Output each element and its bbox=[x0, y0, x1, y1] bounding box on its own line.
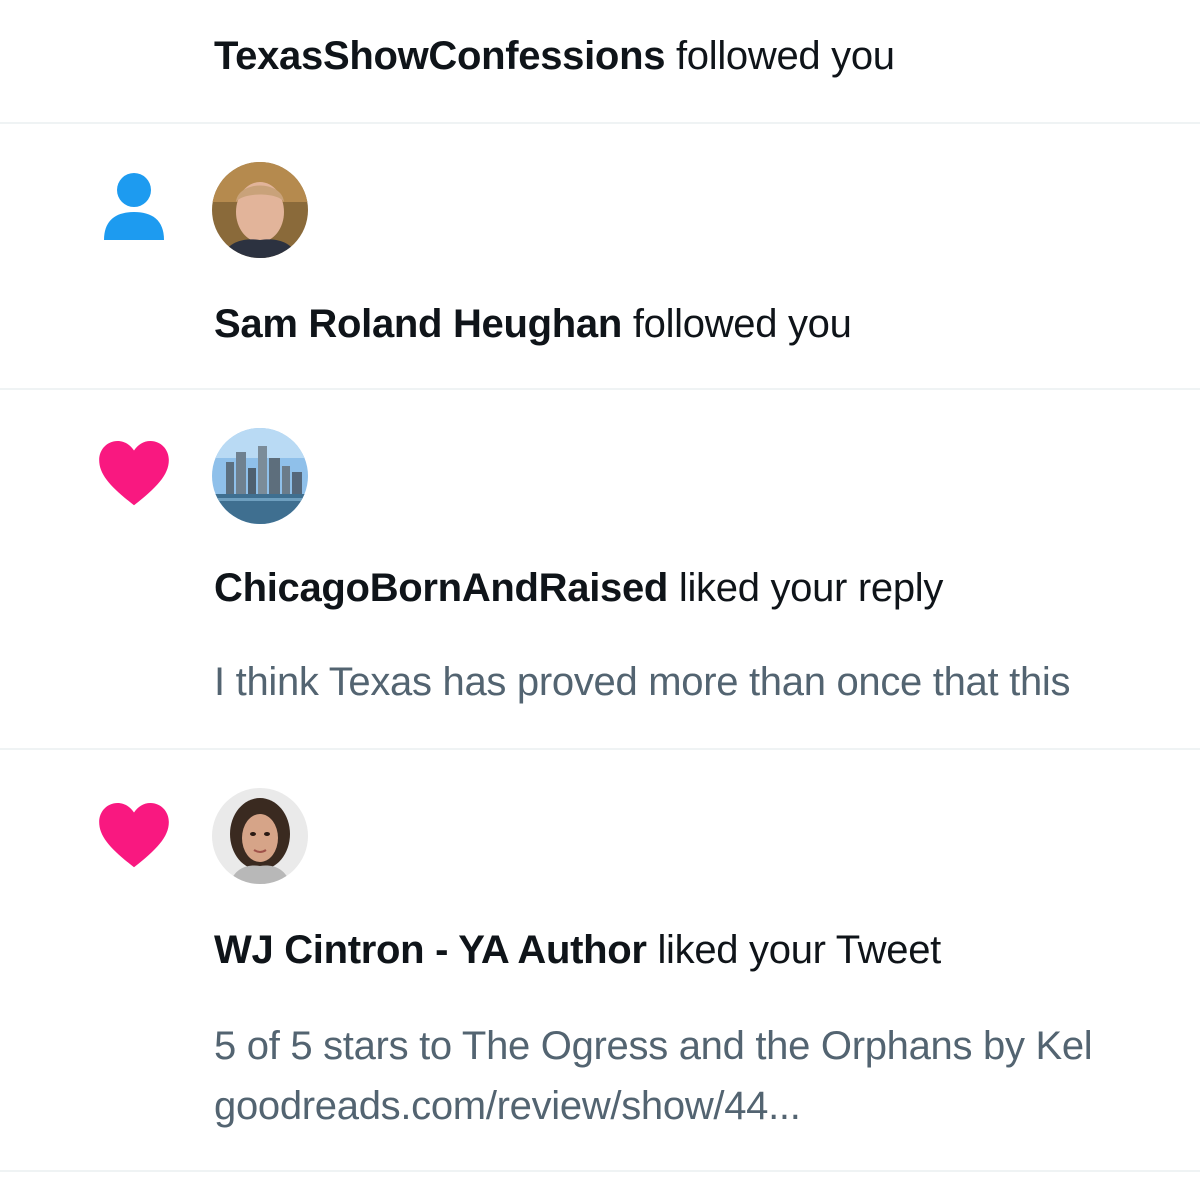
user-name[interactable]: WJ Cintron - YA Author bbox=[214, 928, 647, 972]
notification-like[interactable]: ChicagoBornAndRaised liked your reply I … bbox=[0, 390, 1200, 750]
person-icon bbox=[92, 166, 176, 250]
avatar[interactable] bbox=[212, 788, 308, 884]
notification-text: ChicagoBornAndRaised liked your reply bbox=[214, 566, 943, 611]
notification-action: followed you bbox=[632, 302, 852, 346]
user-name[interactable]: Sam Roland Heughan bbox=[214, 302, 622, 346]
tweet-snippet-line: 5 of 5 stars to The Ogress and the Orpha… bbox=[214, 1024, 1093, 1068]
user-name[interactable]: TexasShowConfessions bbox=[214, 34, 665, 78]
notification-text: WJ Cintron - YA Author liked your Tweet bbox=[214, 928, 941, 973]
notification-text: Sam Roland Heughan followed you bbox=[214, 302, 852, 347]
notification-like[interactable]: WJ Cintron - YA Author liked your Tweet … bbox=[0, 750, 1200, 1172]
notification-follow[interactable]: TexasShowConfessions followed you bbox=[0, 0, 1200, 124]
notification-action: liked your reply bbox=[678, 566, 944, 610]
tweet-snippet-link[interactable]: goodreads.com/review/show/44... bbox=[214, 1076, 801, 1136]
notifications-feed: TexasShowConfessions followed you Sam Ro… bbox=[0, 0, 1200, 1200]
notification-action: liked your Tweet bbox=[657, 928, 941, 972]
avatar[interactable] bbox=[212, 162, 308, 258]
heart-icon bbox=[92, 792, 176, 876]
notification-follow[interactable]: Sam Roland Heughan followed you bbox=[0, 124, 1200, 390]
user-name[interactable]: ChicagoBornAndRaised bbox=[214, 566, 668, 610]
notification-action: followed you bbox=[675, 34, 895, 78]
notification-text: TexasShowConfessions followed you bbox=[214, 34, 895, 79]
avatar[interactable] bbox=[212, 428, 308, 524]
tweet-snippet: I think Texas has proved more than once … bbox=[214, 660, 1071, 704]
heart-icon bbox=[92, 430, 176, 514]
